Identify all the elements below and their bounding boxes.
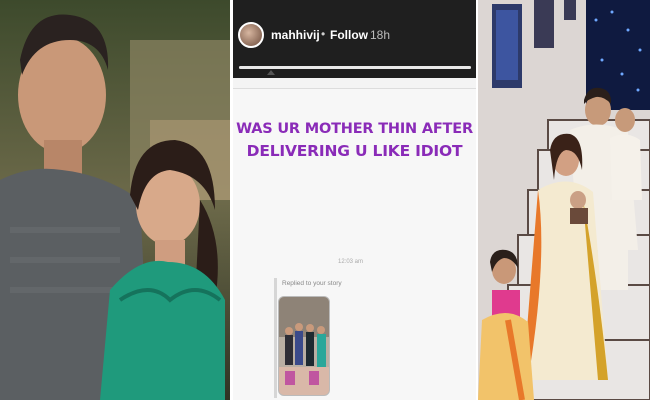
story-progress-bar xyxy=(239,66,471,69)
story-reply-card[interactable]: Replied to your story xyxy=(274,278,424,398)
follow-button[interactable]: Follow xyxy=(330,28,368,42)
reply-quote-bar xyxy=(274,278,277,398)
thumbnail-illustration xyxy=(279,297,329,395)
story-thumbnail[interactable] xyxy=(278,296,330,396)
story-caption: WAS UR MOTHER THIN AFTER DELIVERING U LI… xyxy=(233,118,476,162)
message-timestamp: 12:03 am xyxy=(338,259,364,265)
story-username[interactable]: mahhivij xyxy=(271,28,320,42)
photo-collage: mahhivij • Follow 18h WAS UR MOTHER THIN… xyxy=(0,0,650,400)
left-photo-couple xyxy=(0,0,230,400)
caption-line-1: WAS UR MOTHER THIN AFTER xyxy=(236,121,473,137)
story-progress-fill xyxy=(239,66,471,69)
story-header: mahhivij • Follow 18h xyxy=(233,0,476,78)
caret-left-icon xyxy=(267,70,275,75)
separator-dot: • xyxy=(321,27,326,41)
couple-photo-illustration xyxy=(0,0,230,400)
family-photo-illustration xyxy=(478,0,650,400)
caption-line-2: DELIVERING U LIKE IDIOT xyxy=(246,142,463,160)
reply-label: Replied to your story xyxy=(282,280,342,287)
avatar[interactable] xyxy=(238,22,264,48)
story-age: 18h xyxy=(370,28,391,42)
story-screenshot: mahhivij • Follow 18h WAS UR MOTHER THIN… xyxy=(233,0,476,400)
right-photo-family xyxy=(478,0,650,400)
